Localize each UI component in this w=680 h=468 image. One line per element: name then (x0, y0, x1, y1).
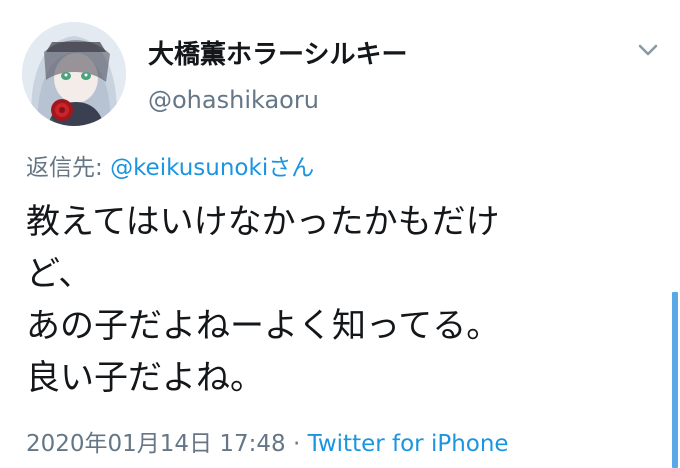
avatar[interactable] (22, 22, 126, 126)
tweet-text-line: 良い子だよね。 (26, 358, 264, 398)
reply-prefix: 返信先: (26, 155, 111, 181)
user-handle[interactable]: @ohashikaoru (148, 86, 319, 114)
avatar-image (22, 22, 126, 126)
reply-suffix: さん (268, 155, 315, 181)
display-name[interactable]: 大橋薫ホラーシルキー (148, 34, 407, 71)
tweet-text-line: ど、 (26, 254, 93, 294)
scrollbar[interactable] (672, 292, 678, 468)
tweet-text: 教えてはいけなかったかもだけ ど、 あの子だよねーよく知ってる。 良い子だよね。 (26, 196, 656, 404)
timestamp[interactable]: 2020年01月14日 17:48 (26, 431, 286, 457)
chevron-down-icon[interactable] (634, 40, 662, 62)
tweet-text-line: 教えてはいけなかったかもだけ (26, 202, 500, 242)
reply-mention-link[interactable]: @keikusunoki (110, 155, 268, 181)
tweet-card: 大橋薫ホラーシルキー @ohashikaoru 返信先: @keikusunok… (0, 0, 680, 468)
tweet-metadata: 2020年01月14日 17:48 · Twitter for iPhone (26, 424, 509, 458)
source-link[interactable]: Twitter for iPhone (308, 431, 509, 457)
tweet-text-line: あの子だよねーよく知ってる。 (26, 306, 501, 346)
reply-context: 返信先: @keikusunokiさん (26, 148, 314, 182)
meta-separator: · (285, 431, 308, 457)
